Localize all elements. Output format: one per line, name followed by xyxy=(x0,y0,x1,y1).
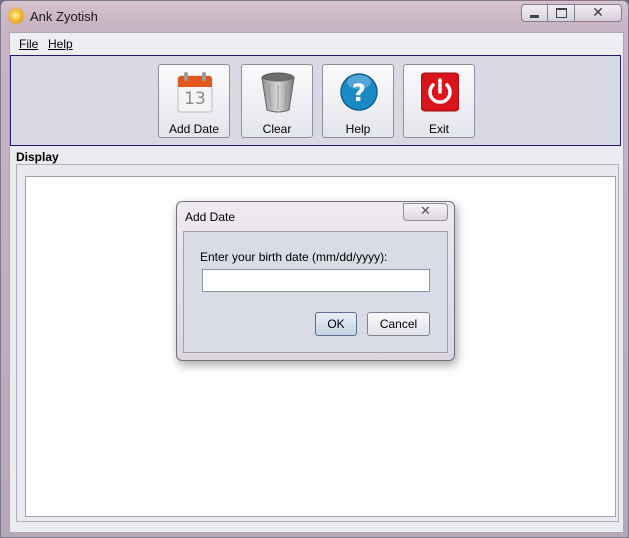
app-window: Ank Zyotish ✕ File Help 13 Add Date Clea… xyxy=(0,0,629,538)
title-bar[interactable]: Ank Zyotish ✕ xyxy=(1,1,628,32)
dialog-title: Add Date xyxy=(185,210,236,224)
maximize-button[interactable] xyxy=(548,4,575,22)
help-label: Help xyxy=(345,122,371,136)
power-icon xyxy=(421,72,459,112)
trash-icon xyxy=(261,72,295,113)
exit-label: Exit xyxy=(428,122,449,136)
calendar-icon: 13 xyxy=(177,72,213,113)
minimize-button[interactable] xyxy=(521,4,548,22)
exit-button[interactable]: Exit xyxy=(403,64,475,138)
help-button[interactable]: ? Help xyxy=(322,64,394,138)
birth-date-prompt: Enter your birth date (mm/dd/yyyy): xyxy=(200,250,388,264)
calendar-day: 13 xyxy=(184,89,206,109)
close-button[interactable]: ✕ xyxy=(575,4,622,22)
help-icon: ? xyxy=(340,73,378,111)
menu-file-label: File xyxy=(19,37,39,51)
close-icon: ✕ xyxy=(592,5,604,21)
add-date-dialog: Add Date ✕ Enter your birth date (mm/dd/… xyxy=(176,201,455,361)
add-date-label: Add Date xyxy=(168,122,220,136)
display-label: Display xyxy=(16,150,59,164)
menu-file[interactable]: File xyxy=(19,37,38,51)
menu-help-label: Help xyxy=(48,37,73,51)
toolbar: 13 Add Date Clear ? Help Exit xyxy=(10,55,621,146)
close-icon: ✕ xyxy=(420,204,431,219)
ok-button[interactable]: OK xyxy=(315,312,357,336)
add-date-button[interactable]: 13 Add Date xyxy=(158,64,230,138)
maximize-icon xyxy=(555,8,567,18)
menu-bar: File Help xyxy=(10,33,623,55)
cancel-button[interactable]: Cancel xyxy=(367,312,430,336)
menu-help[interactable]: Help xyxy=(48,37,73,51)
window-controls: ✕ xyxy=(521,4,622,23)
clear-button[interactable]: Clear xyxy=(241,64,313,138)
clear-label: Clear xyxy=(262,122,292,136)
dialog-body: Enter your birth date (mm/dd/yyyy): OK C… xyxy=(183,231,448,353)
minimize-icon xyxy=(530,14,539,18)
dialog-close-button[interactable]: ✕ xyxy=(403,203,448,221)
svg-text:?: ? xyxy=(352,79,366,107)
birth-date-input[interactable] xyxy=(202,269,430,292)
window-title: Ank Zyotish xyxy=(30,9,98,24)
app-sun-icon xyxy=(9,9,23,23)
